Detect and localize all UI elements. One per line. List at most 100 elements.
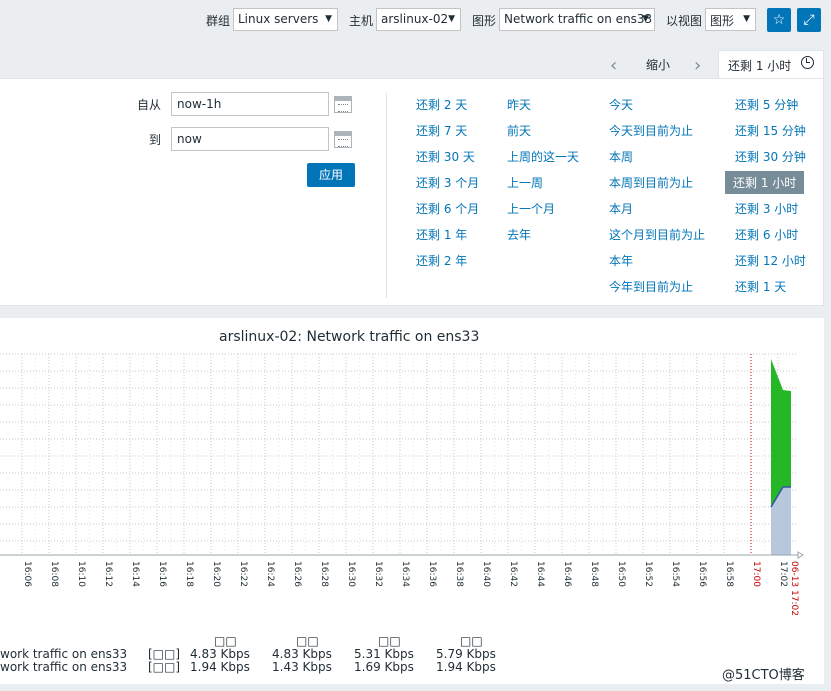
x-tick-label: 16:08 xyxy=(49,561,59,587)
quick-range-link[interactable]: 去年 xyxy=(507,226,531,243)
quick-range-link[interactable]: 还剩 30 天 xyxy=(416,148,475,165)
x-tick-label: 16:54 xyxy=(670,561,680,587)
caret-down-icon: ▼ xyxy=(448,14,455,24)
x-tick-label: 17:00 xyxy=(751,561,761,587)
from-input[interactable]: now-1h xyxy=(171,92,329,116)
x-end-label: 06-13 17:02 xyxy=(789,561,799,616)
quick-range-link[interactable]: 还剩 1 年 xyxy=(416,226,467,243)
x-tick-label: 16:30 xyxy=(346,561,356,587)
x-tick-label: 16:34 xyxy=(400,561,410,587)
quick-range-link[interactable]: 本月 xyxy=(609,200,633,217)
quick-range-link[interactable]: 还剩 7 天 xyxy=(416,122,467,139)
calendar-icon[interactable] xyxy=(334,96,352,113)
quick-range-link[interactable]: 今天 xyxy=(609,96,633,113)
x-tick-label: 16:10 xyxy=(76,561,86,587)
legend-item-max: 1.94 Kbps xyxy=(436,660,496,674)
graph-select[interactable]: Network traffic on ens33 ▼ xyxy=(499,8,655,31)
time-selector-panel: 自从 now-1h 到 now 应用 还剩 2 天还剩 7 天还剩 30 天还剩… xyxy=(0,78,824,306)
quick-range-link[interactable]: 上周的这一天 xyxy=(507,148,579,165)
quick-range-link[interactable]: 还剩 2 年 xyxy=(416,252,467,269)
quick-range-link[interactable]: 还剩 2 天 xyxy=(416,96,467,113)
legend-header-min: □□ xyxy=(296,634,319,648)
x-tick-label: 16:06 xyxy=(22,561,32,587)
quick-range-link[interactable]: 今天到目前为止 xyxy=(609,122,693,139)
legend-item-function: [□□] xyxy=(148,647,181,661)
group-select[interactable]: Linux servers ▼ xyxy=(233,8,338,31)
legend-item-function: [□□] xyxy=(148,660,181,674)
x-axis-arrow xyxy=(797,551,804,559)
quick-range-link[interactable]: 还剩 3 小时 xyxy=(735,200,798,217)
x-tick-label: 16:38 xyxy=(454,561,464,587)
x-tick-label: 16:42 xyxy=(508,561,518,587)
x-tick-label: 16:24 xyxy=(265,561,275,587)
x-tick-label: 16:16 xyxy=(157,561,167,587)
to-input[interactable]: now xyxy=(171,127,329,151)
quick-range-link[interactable]: 昨天 xyxy=(507,96,531,113)
caret-down-icon: ▼ xyxy=(325,14,332,24)
graph-label: 图形 xyxy=(472,14,497,28)
from-label: 自从 xyxy=(137,98,162,112)
x-tick-label: 16:52 xyxy=(643,561,653,587)
tab-time-range[interactable]: 还剩 1 小时 xyxy=(718,50,824,79)
clock-icon xyxy=(801,56,814,69)
fullscreen-button[interactable]: ⤢ xyxy=(797,8,821,32)
x-tick-label: 16:18 xyxy=(184,561,194,587)
quick-range-link[interactable]: 还剩 3 个月 xyxy=(416,174,479,191)
x-tick-label: 16:48 xyxy=(589,561,599,587)
expand-icon: ⤢ xyxy=(803,12,815,28)
quick-range-link[interactable]: 还剩 1 小时 xyxy=(725,171,805,194)
quick-range-link[interactable]: 本周 xyxy=(609,148,633,165)
quick-range-link[interactable]: 还剩 6 个月 xyxy=(416,200,479,217)
legend-header-avg: □□ xyxy=(378,634,401,648)
quick-range-link[interactable]: 这个月到目前为止 xyxy=(609,226,705,243)
legend-header-last: □□ xyxy=(214,634,237,648)
to-label: 到 xyxy=(149,133,162,147)
quick-range-link[interactable]: 还剩 12 小时 xyxy=(735,252,806,269)
calendar-icon[interactable] xyxy=(334,131,352,148)
divider xyxy=(386,93,387,298)
x-tick-label: 16:14 xyxy=(130,561,140,587)
x-tick-label: 16:12 xyxy=(103,561,113,587)
zoom-out-link[interactable]: 缩小 xyxy=(646,56,670,73)
x-tick-label: 16:40 xyxy=(481,561,491,587)
apply-button[interactable]: 应用 xyxy=(307,163,355,187)
quick-range-link[interactable]: 上一周 xyxy=(507,174,543,191)
view-select[interactable]: 图形 ▼ xyxy=(705,8,756,31)
x-tick-label: 16:32 xyxy=(373,561,383,587)
x-tick-label: 16:44 xyxy=(535,561,545,587)
quick-range-link[interactable]: 还剩 1 天 xyxy=(735,278,786,295)
legend-item-last: 4.83 Kbps xyxy=(190,647,250,661)
x-tick-label: 16:28 xyxy=(319,561,329,587)
chevron-left-icon[interactable]: ‹ xyxy=(610,55,617,76)
legend-item-min: 1.43 Kbps xyxy=(272,660,332,674)
x-tick-label: 16:26 xyxy=(292,561,302,587)
view-label: 以视图 xyxy=(666,14,703,28)
quick-range-link[interactable]: 今年到目前为止 xyxy=(609,278,693,295)
quick-range-link[interactable]: 上一个月 xyxy=(507,200,555,217)
host-select[interactable]: arslinux-02 ▼ xyxy=(376,8,461,31)
chevron-right-icon[interactable]: › xyxy=(694,55,701,76)
quick-range-link[interactable]: 还剩 5 分钟 xyxy=(735,96,798,113)
x-tick-label: 16:56 xyxy=(697,561,707,587)
x-tick-label: 16:58 xyxy=(724,561,734,587)
legend-item-name: work traffic on ens33 xyxy=(0,647,128,661)
legend-header-max: □□ xyxy=(460,634,483,648)
quick-range-link[interactable]: 还剩 6 小时 xyxy=(735,226,798,243)
graph-panel: arslinux-02: Network traffic on ens33 16… xyxy=(0,318,824,684)
quick-range-link[interactable]: 前天 xyxy=(507,122,531,139)
group-label: 群组 xyxy=(206,14,231,28)
x-tick-label: 16:50 xyxy=(616,561,626,587)
legend-item-avg: 5.31 Kbps xyxy=(354,647,414,661)
x-tick-label: 16:36 xyxy=(427,561,437,587)
quick-range-link[interactable]: 还剩 15 分钟 xyxy=(735,122,806,139)
quick-range-link[interactable]: 还剩 30 分钟 xyxy=(735,148,806,165)
x-tick-label: 17:02 xyxy=(778,561,788,587)
time-tab-row: ‹ 缩小 › 还剩 1 小时 xyxy=(0,50,831,79)
legend-item-last: 1.94 Kbps xyxy=(190,660,250,674)
legend-item-avg: 1.69 Kbps xyxy=(354,660,414,674)
favorite-star-button[interactable]: ☆ xyxy=(767,8,791,32)
graph-canvas: 16:06 16:08 16:10 16:12 16:14 16:16 16:18 16:20… xyxy=(0,353,804,616)
quick-range-link[interactable]: 本周到目前为止 xyxy=(609,174,693,191)
quick-range-link[interactable]: 本年 xyxy=(609,252,633,269)
legend-item-name: work traffic on ens33 xyxy=(0,660,128,674)
